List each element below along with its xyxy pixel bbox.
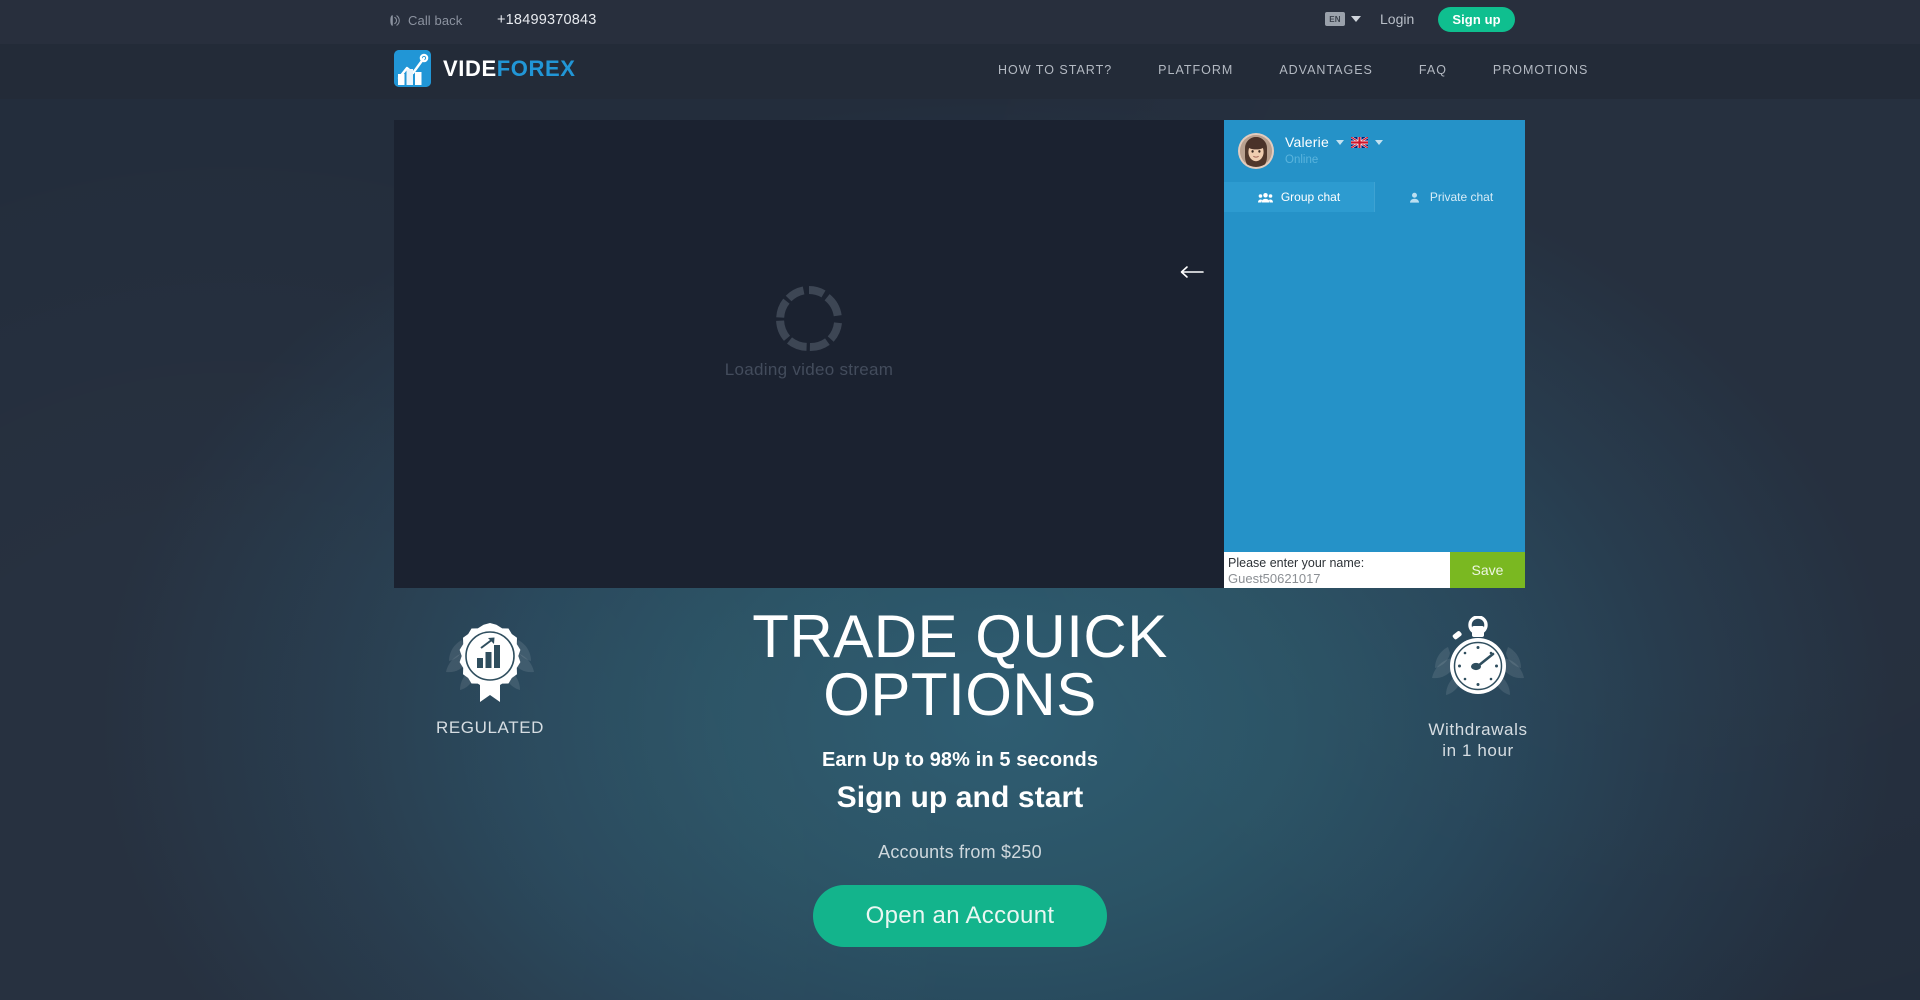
page-title: TRADE QUICK OPTIONS: [0, 603, 1920, 728]
video-loading-label: Loading video stream: [724, 360, 894, 379]
phone-callback-icon: [390, 15, 400, 26]
agent-status: Online: [1285, 154, 1319, 166]
phone-number[interactable]: +18499370843: [497, 12, 597, 28]
language-selector[interactable]: EN: [1325, 12, 1361, 26]
arrow-left-icon[interactable]: [1178, 264, 1206, 280]
language-flag-icon: EN: [1325, 12, 1345, 26]
group-chat-icon: [1257, 192, 1273, 202]
primary-navigation: HOW TO START? PLATFORM ADVANTAGES FAQ PR…: [975, 63, 1611, 77]
nav-item-how-to-start[interactable]: HOW TO START?: [975, 63, 1135, 77]
tab-private-chat-label: Private chat: [1429, 190, 1494, 204]
chevron-down-icon: [1351, 16, 1361, 22]
loading-spinner-icon: [776, 286, 842, 351]
guest-name-label: Please enter your name:: [1228, 556, 1365, 570]
brand-name-part1: VIDE: [443, 55, 497, 81]
language-chevron-down-icon[interactable]: [1374, 139, 1383, 145]
video-loading-indicator: Loading video stream: [394, 286, 1224, 380]
private-chat-icon: [1409, 192, 1419, 203]
main-header: VIDEFOREX HOW TO START? PLATFORM ADVANTA…: [0, 44, 1920, 99]
agent-avatar: [1238, 133, 1274, 169]
login-link[interactable]: Login: [1380, 11, 1414, 27]
sign-up-button[interactable]: Sign up: [1438, 7, 1515, 32]
call-back-label: Call back: [408, 13, 463, 28]
chat-message-area: [1224, 212, 1525, 552]
nav-item-promotions[interactable]: PROMOTIONS: [1470, 63, 1611, 77]
agent-name: Valerie: [1285, 134, 1329, 150]
hero-subtitle: Earn Up to 98% in 5 seconds: [821, 749, 1099, 771]
chat-header: Valerie Online: [1224, 120, 1525, 182]
brand-logo[interactable]: VIDEFOREX: [394, 50, 576, 87]
chat-tab-bar: Group chat Private chat: [1224, 182, 1525, 212]
landing-page: Call back +18499370843 EN Login Sign up: [0, 0, 1920, 1000]
uk-flag-icon[interactable]: [1350, 136, 1368, 148]
tab-private-chat[interactable]: Private chat: [1374, 182, 1525, 212]
open-account-button[interactable]: Open an Account: [813, 885, 1107, 947]
hero-copy: TRADE QUICK OPTIONS Earn Up to 98% in 5 …: [0, 603, 1920, 947]
brand-name-part2: FOREX: [496, 55, 576, 81]
tab-group-chat[interactable]: Group chat: [1224, 182, 1374, 212]
save-name-button[interactable]: Save: [1450, 552, 1525, 588]
agent-identity: Valerie Online: [1285, 134, 1383, 168]
nav-item-platform[interactable]: PLATFORM: [1135, 63, 1256, 77]
chat-name-entry: Please enter your name: Save: [1224, 552, 1525, 588]
chart-logo-icon: [394, 50, 431, 87]
hero-title-line1: TRADE QUICK: [752, 603, 1168, 670]
guest-name-input[interactable]: [1228, 571, 1450, 587]
video-stream-panel: Loading video stream: [394, 120, 1224, 588]
hero-accounts-note: Accounts from $250: [878, 842, 1042, 862]
top-utility-bar: Call back +18499370843 EN Login Sign up: [0, 0, 1920, 44]
hero-title-line2: OPTIONS: [823, 661, 1097, 728]
guest-name-field[interactable]: Please enter your name:: [1224, 552, 1450, 588]
live-chat-widget: Valerie Online Group chat Private chat P…: [1224, 120, 1525, 588]
tab-group-chat-label: Group chat: [1280, 190, 1341, 204]
agent-menu-chevron-down-icon[interactable]: [1335, 139, 1344, 145]
brand-wordmark: VIDEFOREX: [443, 56, 576, 82]
nav-item-advantages[interactable]: ADVANTAGES: [1256, 63, 1396, 77]
call-back-button[interactable]: Call back: [388, 13, 462, 28]
hero-subtitle-strong: Sign up and start: [836, 781, 1084, 814]
nav-item-faq[interactable]: FAQ: [1396, 63, 1470, 77]
